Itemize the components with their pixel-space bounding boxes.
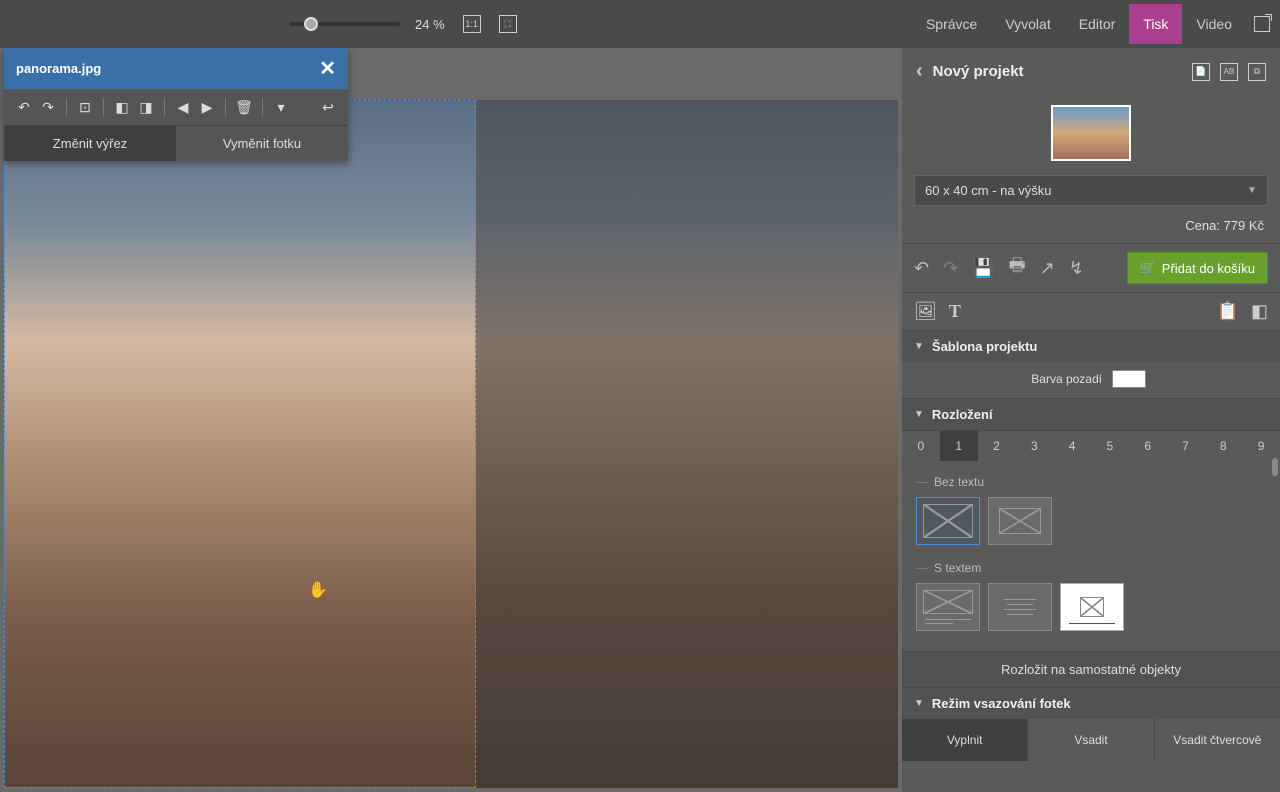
eraser-icon[interactable]: ◧ <box>1251 301 1268 322</box>
back-icon[interactable]: ‹ <box>916 60 923 83</box>
chevron-down-icon: ▼ <box>1247 185 1257 196</box>
chevron-down-icon: ▼ <box>914 409 924 420</box>
size-dropdown[interactable]: 60 x 40 cm - na výšku ▼ <box>914 175 1268 206</box>
top-menu: Správce Vyvolat Editor Tisk Video <box>912 4 1270 44</box>
fit-modes: Vyplnit Vsadit Vsadit čtvercově <box>902 719 1280 761</box>
close-icon[interactable]: ✕ <box>319 56 336 81</box>
sidebar-header: ‹ Nový projekt 📄 AB ⧉ <box>902 48 1280 95</box>
menu-video[interactable]: Video <box>1182 4 1246 44</box>
more-icon[interactable]: ▾ <box>271 97 291 117</box>
section-template[interactable]: ▼ Šablona projektu <box>902 330 1280 362</box>
layout-text-option-2[interactable] <box>988 583 1052 631</box>
bring-front-icon[interactable]: ◧ <box>112 97 132 117</box>
print-icon[interactable]: 🖶 <box>1009 253 1026 283</box>
popout-icon[interactable] <box>1254 16 1270 32</box>
no-text-label: Bez textu <box>916 469 1266 493</box>
layout-num-6[interactable]: 6 <box>1129 431 1167 461</box>
image-tool-icon[interactable]: 🖼 <box>914 301 937 322</box>
center-icon[interactable]: ⊡ <box>75 97 95 117</box>
page-icon[interactable]: 📄 <box>1192 63 1210 81</box>
thumbnail-area <box>902 95 1280 175</box>
add-to-cart-button[interactable]: 🛒 Přidat do košíku <box>1127 252 1268 284</box>
scrollbar-thumb[interactable] <box>1272 458 1278 476</box>
section-layout[interactable]: ▼ Rozložení <box>902 398 1280 430</box>
send-back-icon[interactable]: ◨ <box>136 97 156 117</box>
sidebar: ‹ Nový projekt 📄 AB ⧉ 60 x 40 cm - na vý… <box>902 48 1280 792</box>
layout-text-option-3[interactable] <box>1060 583 1124 631</box>
align-left-icon[interactable]: ◀ <box>173 97 193 117</box>
tab-change-crop[interactable]: Změnit výřez <box>4 126 176 161</box>
image-panel: panorama.jpg ✕ ↶ ↷ ⊡ ◧ ◨ ◀ ▶ 🗑 ▾ ↩ <box>4 48 348 161</box>
layout-numbers: 0 1 2 3 4 5 6 7 8 9 <box>902 430 1280 461</box>
project-thumbnail[interactable] <box>1051 105 1131 161</box>
zoom-11-icon[interactable]: 1:1 <box>463 15 481 33</box>
panel-toolbar: ↶ ↷ ⊡ ◧ ◨ ◀ ▶ 🗑 ▾ ↩ <box>4 89 348 126</box>
layout-text-option-1[interactable] <box>916 583 980 631</box>
copy-icon[interactable]: ⧉ <box>1248 63 1266 81</box>
ab-icon[interactable]: AB <box>1220 63 1238 81</box>
text-tool-icon[interactable]: T <box>949 301 961 322</box>
fit-mode-fill[interactable]: Vyplnit <box>902 719 1028 761</box>
fit-mode-fit[interactable]: Vsadit <box>1028 719 1154 761</box>
action-row: ↶ ↷ 💾 🖶 ↗ ↯ 🛒 Přidat do košíku <box>902 243 1280 293</box>
project-title: Nový projekt <box>933 63 1192 80</box>
bg-color-swatch[interactable] <box>1112 370 1146 388</box>
bg-color-label: Barva pozadí <box>1031 372 1102 386</box>
layout-num-8[interactable]: 8 <box>1204 431 1242 461</box>
fit-mode-square[interactable]: Vsadit čtvercově <box>1155 719 1280 761</box>
topbar: 24 % 1:1 ⛶ Správce Vyvolat Editor Tisk V… <box>0 0 1280 48</box>
layout-num-1[interactable]: 1 <box>940 431 978 461</box>
panel-tabs: Změnit výřez Vyměnit fotku <box>4 126 348 161</box>
add-to-cart-label: Přidat do košíku <box>1162 261 1255 276</box>
redo-icon: ↷ <box>943 258 958 279</box>
zoom-slider[interactable] <box>290 22 400 26</box>
undo-icon[interactable]: ↩ <box>318 97 338 117</box>
split-objects-button[interactable]: Rozložit na samostatné objekty <box>902 651 1280 687</box>
delete-icon[interactable]: 🗑 <box>234 97 254 117</box>
layout-num-7[interactable]: 7 <box>1167 431 1205 461</box>
zoom-controls: 24 % 1:1 ⛶ <box>290 15 517 33</box>
price-label: Cena: 779 Kč <box>902 214 1280 243</box>
menu-vyvolat[interactable]: Vyvolat <box>991 4 1064 44</box>
layout-num-3[interactable]: 3 <box>1015 431 1053 461</box>
save-icon[interactable]: 💾 <box>972 258 994 279</box>
refresh-icon[interactable]: ↯ <box>1069 258 1084 279</box>
menu-tisk[interactable]: Tisk <box>1129 4 1182 44</box>
layout-num-5[interactable]: 5 <box>1091 431 1129 461</box>
zoom-fit-icon[interactable]: ⛶ <box>499 15 517 33</box>
layout-option-1[interactable] <box>916 497 980 545</box>
canvas-area[interactable]: ✋ panorama.jpg ✕ ↶ ↷ ⊡ ◧ ◨ ◀ ▶ 🗑 ▾ <box>0 48 902 792</box>
template-body: Barva pozadí <box>902 362 1280 398</box>
crop-selection[interactable] <box>4 100 476 788</box>
size-value: 60 x 40 cm - na výšku <box>925 183 1051 198</box>
layout-num-2[interactable]: 2 <box>978 431 1016 461</box>
chevron-down-icon: ▼ <box>914 341 924 352</box>
zoom-percent: 24 % <box>415 17 445 32</box>
with-text-label: S textem <box>916 555 1266 579</box>
rotate-right-icon[interactable]: ↷ <box>38 97 58 117</box>
export-icon[interactable]: ↗ <box>1040 258 1055 279</box>
undo-icon[interactable]: ↶ <box>914 258 929 279</box>
layout-num-4[interactable]: 4 <box>1053 431 1091 461</box>
align-right-icon[interactable]: ▶ <box>197 97 217 117</box>
panel-titlebar[interactable]: panorama.jpg ✕ <box>4 48 348 89</box>
layout-num-0[interactable]: 0 <box>902 431 940 461</box>
menu-editor[interactable]: Editor <box>1065 4 1130 44</box>
accordion-container: ▼ Šablona projektu Barva pozadí ▼ Rozlož… <box>902 330 1280 792</box>
tool-tabs: 🖼 T 📋 ◧ <box>902 293 1280 330</box>
section-fit-mode[interactable]: ▼ Režim vsazování fotek <box>902 687 1280 719</box>
panel-filename: panorama.jpg <box>16 61 101 76</box>
layout-body: Bez textu S textem <box>902 461 1280 651</box>
layout-option-2[interactable] <box>988 497 1052 545</box>
cart-icon: 🛒 <box>1140 260 1156 276</box>
list-icon[interactable]: 📋 <box>1217 301 1239 322</box>
rotate-left-icon[interactable]: ↶ <box>14 97 34 117</box>
menu-spravce[interactable]: Správce <box>912 4 991 44</box>
hand-cursor-icon: ✋ <box>308 580 328 600</box>
chevron-down-icon: ▼ <box>914 698 924 709</box>
tab-swap-photo[interactable]: Vyměnit fotku <box>176 126 348 161</box>
zoom-slider-thumb[interactable] <box>304 17 318 31</box>
scrollbar[interactable] <box>1270 330 1278 792</box>
